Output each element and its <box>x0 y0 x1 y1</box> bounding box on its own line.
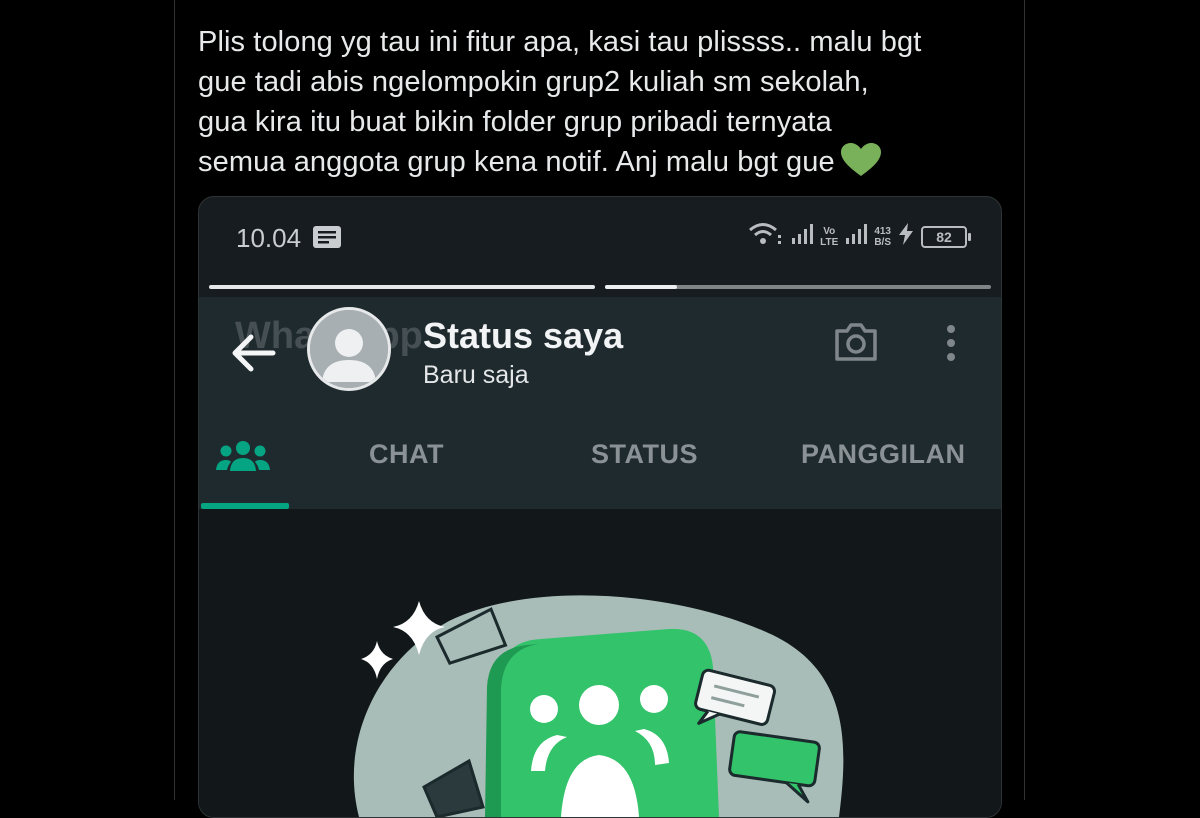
status-bar-right: Vo LTE 413 B/S 82 <box>748 221 971 252</box>
tweet-line: gua kira itu buat bikin folder grup prib… <box>198 106 832 138</box>
timeline-border-right <box>1024 0 1025 800</box>
signal-icon-2 <box>844 223 868 250</box>
status-owner-name: Status saya <box>423 315 624 356</box>
communities-icon[interactable] <box>215 437 271 482</box>
tab-chat[interactable]: CHAT <box>369 439 444 470</box>
wifi-icon <box>748 221 784 252</box>
tweet-line: Plis tolong yg tau ini fitur apa, kasi t… <box>198 26 922 58</box>
tab-status[interactable]: STATUS <box>591 439 698 470</box>
tweet-line-last: semua anggota grup kena notif. Anj malu … <box>198 142 1008 188</box>
tweet-text: Plis tolong yg tau ini fitur apa, kasi t… <box>198 22 1008 188</box>
status-timestamp: Baru saja <box>423 361 529 389</box>
network-speed: 413 B/S <box>874 225 891 248</box>
volte-indicator: Vo LTE <box>820 225 839 248</box>
status-bar-time: 10.04 <box>236 223 302 253</box>
more-options-icon[interactable] <box>943 323 959 372</box>
charging-icon <box>897 223 915 250</box>
communities-content <box>199 509 1001 817</box>
signal-icon <box>790 223 814 250</box>
status-progress-segment-1 <box>209 285 595 289</box>
battery-icon: 82 <box>921 225 971 248</box>
tab-panggilan[interactable]: PANGGILAN <box>801 439 966 470</box>
tab-bar: CHAT STATUS PANGGILAN <box>199 415 1001 509</box>
back-arrow-icon[interactable] <box>229 331 279 380</box>
tweet-line: gue tadi abis ngelompokin grup2 kuliah s… <box>198 66 869 98</box>
phone-status-bar: 10.04 Vo LTE 413 B/S 82 <box>199 197 1001 279</box>
notification-icon <box>312 225 342 254</box>
camera-icon[interactable] <box>833 321 879 368</box>
avatar[interactable] <box>307 307 391 391</box>
timeline-border-left <box>174 0 175 800</box>
green-heart-icon <box>840 143 881 188</box>
tweet-line-text: semua anggota grup kena notif. Anj malu … <box>198 146 835 178</box>
status-progress-segment-2-fill <box>605 285 677 289</box>
tweet-media-screenshot[interactable]: 10.04 Vo LTE 413 B/S 82 WhatsApp <box>198 196 1002 818</box>
communities-illustration <box>353 595 844 817</box>
